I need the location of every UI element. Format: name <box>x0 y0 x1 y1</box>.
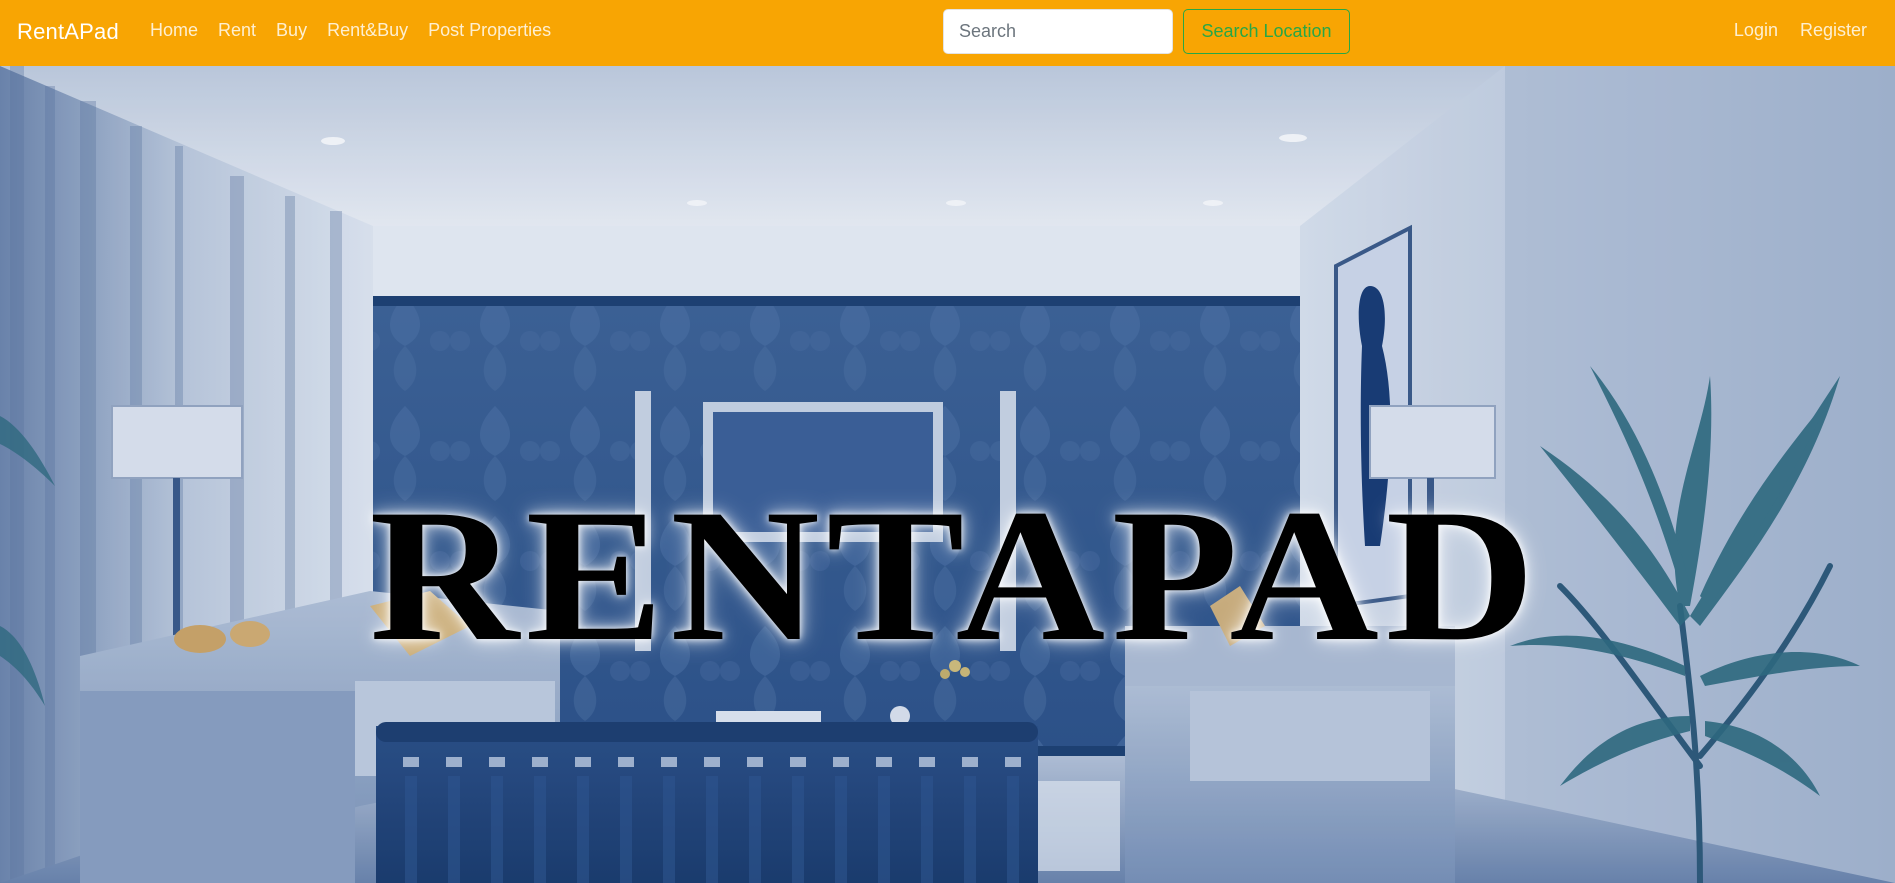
top-navbar: RentAPad Home Rent Buy Rent&Buy Post Pro… <box>0 0 1895 66</box>
login-link[interactable]: Login <box>1734 20 1778 41</box>
hero-banner: RENTAPAD <box>0 66 1895 883</box>
brand-logo[interactable]: RentAPad <box>17 19 119 45</box>
auth-links: Login Register <box>1734 20 1867 41</box>
hero-title: RENTAPAD <box>369 471 1542 681</box>
nav-links: Home Rent Buy Rent&Buy Post Properties <box>150 20 551 41</box>
register-link[interactable]: Register <box>1800 20 1867 41</box>
nav-link-rent-and-buy[interactable]: Rent&Buy <box>327 20 408 41</box>
nav-link-post-properties[interactable]: Post Properties <box>428 20 551 41</box>
search-location-button[interactable]: Search Location <box>1183 9 1350 54</box>
search-input[interactable] <box>943 9 1173 54</box>
nav-link-rent[interactable]: Rent <box>218 20 256 41</box>
nav-link-buy[interactable]: Buy <box>276 20 307 41</box>
nav-link-home[interactable]: Home <box>150 20 198 41</box>
